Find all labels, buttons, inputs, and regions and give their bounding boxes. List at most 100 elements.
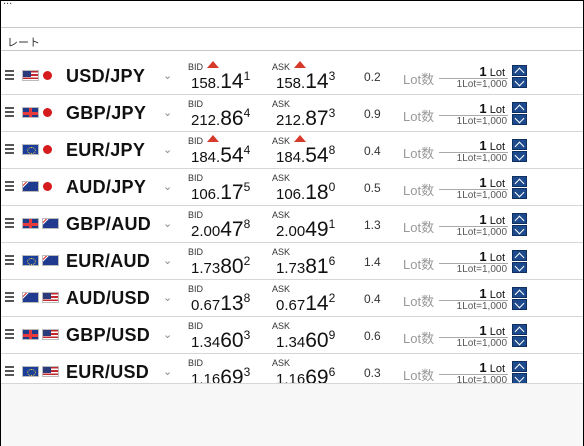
currency-pair[interactable]: USD/JPY	[66, 66, 145, 87]
lot-quantity-field[interactable]: 1 Lot	[441, 175, 505, 190]
lot-quantity-field[interactable]: 1 Lot	[441, 323, 505, 338]
bid-price-button[interactable]: 1.73802	[191, 254, 250, 279]
drag-handle-icon[interactable]	[5, 181, 14, 193]
lot-quantity-field[interactable]: 1 Lot	[441, 360, 505, 375]
chevron-down-icon[interactable]	[512, 188, 527, 199]
currency-pair[interactable]: AUD/USD	[66, 288, 150, 309]
chevron-down-icon[interactable]	[512, 77, 527, 88]
chevron-down-icon[interactable]: ⌄	[163, 365, 172, 378]
ask-price-button[interactable]: 158.143	[276, 69, 335, 94]
chevron-up-icon[interactable]	[512, 65, 527, 76]
chevron-down-icon[interactable]: ⌄	[163, 180, 172, 193]
bid-price-button[interactable]: 0.67138	[191, 291, 250, 316]
chevron-down-icon[interactable]	[512, 336, 527, 347]
drag-handle-icon[interactable]	[5, 292, 14, 304]
drag-handle-icon[interactable]	[5, 144, 14, 156]
chevron-down-icon[interactable]	[512, 262, 527, 273]
drag-handle-icon[interactable]	[5, 366, 14, 378]
lot-quantity-field[interactable]: 1 Lot	[441, 138, 505, 153]
ask-price-button[interactable]: 1.16696	[276, 365, 335, 383]
chevron-down-icon[interactable]: ⌄	[163, 106, 172, 119]
currency-pair[interactable]: EUR/JPY	[66, 140, 145, 161]
ask-price-button[interactable]: 1.34609	[276, 328, 335, 353]
bid-price-button[interactable]: 2.00478	[191, 217, 250, 242]
lot-label: Lot数	[403, 146, 435, 161]
drag-handle-icon[interactable]	[5, 255, 14, 267]
lot-stepper[interactable]	[512, 324, 527, 347]
bid-up-arrow-icon	[207, 135, 219, 142]
lot-stepper[interactable]	[512, 287, 527, 310]
ask-price-fraction: 0	[328, 180, 336, 194]
bid-price-button[interactable]: 184.544	[191, 143, 250, 168]
bid-price-pips: 80	[220, 255, 244, 278]
rate-row[interactable]: EUR/JPY ⌄ BID ASK 184.544 184.548 0.4 Lot数 1 Lot…	[1, 131, 583, 169]
rate-row[interactable]: EUR/USD ⌄ BID ASK 1.16693 1.16696 0.3 Lot数 1 Lot…	[1, 353, 583, 383]
lot-unit: Lot	[489, 178, 505, 190]
rate-row[interactable]: AUD/USD ⌄ BID ASK 0.67138 0.67142 0.4 Lot数 1 Lot…	[1, 279, 583, 317]
chevron-up-icon[interactable]	[512, 324, 527, 335]
currency-pair[interactable]: GBP/USD	[66, 325, 150, 346]
chevron-down-icon[interactable]: ⌄	[163, 69, 172, 82]
rate-row[interactable]: AUD/JPY ⌄ BID ASK 106.175 106.180 0.5 Lot数 1 Lot…	[1, 168, 583, 206]
rate-row[interactable]: USD/JPY ⌄ BID ASK 158.141 158.143 0.2 Lot数 1 Lot…	[1, 57, 583, 95]
lot-stepper[interactable]	[512, 65, 527, 88]
chevron-up-icon[interactable]	[512, 102, 527, 113]
ask-price-head: 106.	[276, 186, 306, 203]
ask-price-button[interactable]: 0.67142	[276, 291, 335, 316]
au-flag-icon	[22, 181, 39, 192]
bid-price-button[interactable]: 1.16693	[191, 365, 250, 383]
lot-stepper[interactable]	[512, 250, 527, 273]
currency-pair[interactable]: EUR/AUD	[66, 251, 150, 272]
rate-row[interactable]: GBP/AUD ⌄ BID ASK 2.00478 2.00491 1.3 Lot数 1 Lot…	[1, 205, 583, 243]
chevron-down-icon[interactable]	[512, 299, 527, 310]
chevron-down-icon[interactable]	[512, 114, 527, 125]
currency-pair[interactable]: EUR/USD	[66, 362, 149, 383]
rate-row[interactable]: EUR/AUD ⌄ BID ASK 1.73802 1.73816 1.4 Lot数 1 Lot…	[1, 242, 583, 280]
ask-price-button[interactable]: 106.180	[276, 180, 336, 205]
ask-price-fraction: 3	[328, 106, 336, 120]
drag-handle-icon[interactable]	[5, 70, 14, 82]
ask-price-button[interactable]: 184.548	[276, 143, 335, 168]
bid-price-button[interactable]: 1.34603	[191, 328, 250, 353]
bid-price-button[interactable]: 106.175	[191, 180, 250, 205]
lot-quantity-field[interactable]: 1 Lot	[441, 249, 505, 264]
ask-price-button[interactable]: 1.73816	[276, 254, 335, 279]
lot-stepper[interactable]	[512, 102, 527, 125]
ask-price-button[interactable]: 212.873	[276, 106, 336, 131]
lot-quantity-field[interactable]: 1 Lot	[441, 101, 505, 116]
lot-stepper[interactable]	[512, 176, 527, 199]
lot-quantity-field[interactable]: 1 Lot	[441, 286, 505, 301]
currency-pair[interactable]: GBP/JPY	[66, 103, 146, 124]
spread-value: 0.4	[364, 144, 381, 158]
chevron-up-icon[interactable]	[512, 139, 527, 150]
currency-pair[interactable]: AUD/JPY	[66, 177, 146, 198]
chevron-down-icon[interactable]: ⌄	[163, 291, 172, 304]
drag-handle-icon[interactable]	[5, 329, 14, 341]
chevron-down-icon[interactable]	[512, 151, 527, 162]
chevron-up-icon[interactable]	[512, 176, 527, 187]
chevron-up-icon[interactable]	[512, 213, 527, 224]
chevron-down-icon[interactable]: ⌄	[163, 217, 172, 230]
chevron-up-icon[interactable]	[512, 361, 527, 372]
chevron-up-icon[interactable]	[512, 287, 527, 298]
drag-handle-icon[interactable]	[5, 218, 14, 230]
ask-price-button[interactable]: 2.00491	[276, 217, 335, 242]
drag-handle-icon[interactable]	[5, 107, 14, 119]
currency-pair[interactable]: GBP/AUD	[66, 214, 151, 235]
chevron-down-icon[interactable]: ⌄	[163, 143, 172, 156]
chevron-down-icon[interactable]: ⌄	[163, 328, 172, 341]
chevron-down-icon[interactable]	[512, 373, 527, 383]
chevron-up-icon[interactable]	[512, 250, 527, 261]
bid-price-button[interactable]: 158.141	[191, 69, 250, 94]
chevron-down-icon[interactable]: ⌄	[163, 254, 172, 267]
rate-row[interactable]: GBP/USD ⌄ BID ASK 1.34603 1.34609 0.6 Lot数 1 Lot…	[1, 316, 583, 354]
chevron-down-icon[interactable]	[512, 225, 527, 236]
au-flag-icon	[22, 292, 39, 303]
lot-stepper[interactable]	[512, 361, 527, 383]
bid-price-button[interactable]: 212.864	[191, 106, 250, 131]
lot-stepper[interactable]	[512, 213, 527, 236]
lot-quantity-field[interactable]: 1 Lot	[441, 64, 505, 79]
lot-quantity-field[interactable]: 1 Lot	[441, 212, 505, 227]
lot-stepper[interactable]	[512, 139, 527, 162]
rate-row[interactable]: GBP/JPY ⌄ BID ASK 212.864 212.873 0.9 Lot数 1 Lot…	[1, 94, 583, 132]
